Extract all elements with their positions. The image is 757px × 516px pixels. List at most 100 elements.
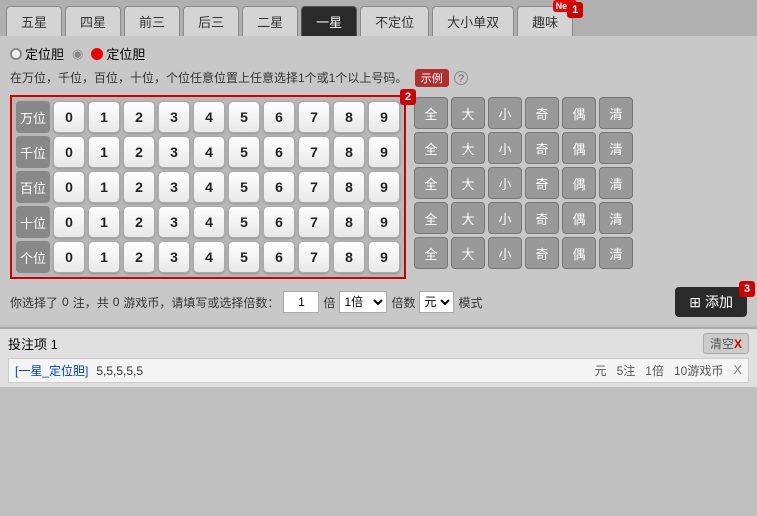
digit-btn-3-6[interactable]: 6 xyxy=(263,206,295,238)
qual-ou-1[interactable]: 偶 xyxy=(562,132,596,164)
digit-btn-4-1[interactable]: 1 xyxy=(88,241,120,273)
digit-btn-4-8[interactable]: 8 xyxy=(333,241,365,273)
digit-btn-0-5[interactable]: 5 xyxy=(228,101,260,133)
multiplier-input[interactable] xyxy=(283,291,319,313)
qual-qing-4[interactable]: 清 xyxy=(599,237,633,269)
digit-btn-2-9[interactable]: 9 xyxy=(368,171,400,203)
tab-wuxing[interactable]: 五星 xyxy=(6,6,62,36)
unit-select[interactable]: 元 角 分 xyxy=(419,291,454,313)
digit-btn-1-6[interactable]: 6 xyxy=(263,136,295,168)
qual-ou-2[interactable]: 偶 xyxy=(562,167,596,199)
tab-qiansan[interactable]: 前三 xyxy=(124,6,180,36)
digit-btn-3-0[interactable]: 0 xyxy=(53,206,85,238)
digit-btn-0-6[interactable]: 6 xyxy=(263,101,295,133)
invest-delete-button[interactable]: X xyxy=(733,362,742,379)
qual-xiao-4[interactable]: 小 xyxy=(488,237,522,269)
qual-qi-3[interactable]: 奇 xyxy=(525,202,559,234)
radio-option2[interactable]: 定位胆 xyxy=(91,44,145,63)
digit-btn-0-0[interactable]: 0 xyxy=(53,101,85,133)
radio-option1[interactable]: 定位胆 xyxy=(10,44,64,63)
digit-btn-0-2[interactable]: 2 xyxy=(123,101,155,133)
qual-da-3[interactable]: 大 xyxy=(451,202,485,234)
qual-ou-0[interactable]: 偶 xyxy=(562,97,596,129)
tab-yixing[interactable]: 一星 xyxy=(301,6,357,36)
tab-daxiaodanshuang[interactable]: 大小单双 xyxy=(432,6,514,36)
help-icon[interactable]: ? xyxy=(454,71,468,85)
digit-btn-2-5[interactable]: 5 xyxy=(228,171,260,203)
qual-quan-4[interactable]: 全 xyxy=(414,237,448,269)
tab-sixing[interactable]: 四星 xyxy=(65,6,121,36)
digit-btn-2-3[interactable]: 3 xyxy=(158,171,190,203)
digit-btn-1-7[interactable]: 7 xyxy=(298,136,330,168)
digit-btn-0-3[interactable]: 3 xyxy=(158,101,190,133)
digit-btn-1-3[interactable]: 3 xyxy=(158,136,190,168)
qual-quan-0[interactable]: 全 xyxy=(414,97,448,129)
digit-btn-4-6[interactable]: 6 xyxy=(263,241,295,273)
tab-housan[interactable]: 后三 xyxy=(183,6,239,36)
qual-da-0[interactable]: 大 xyxy=(451,97,485,129)
digit-btn-4-7[interactable]: 7 xyxy=(298,241,330,273)
digit-btn-1-2[interactable]: 2 xyxy=(123,136,155,168)
qual-qi-4[interactable]: 奇 xyxy=(525,237,559,269)
digit-btn-3-9[interactable]: 9 xyxy=(368,206,400,238)
qual-xiao-0[interactable]: 小 xyxy=(488,97,522,129)
digit-btn-0-7[interactable]: 7 xyxy=(298,101,330,133)
qual-quan-2[interactable]: 全 xyxy=(414,167,448,199)
qual-qing-0[interactable]: 清 xyxy=(599,97,633,129)
digit-btn-3-3[interactable]: 3 xyxy=(158,206,190,238)
qual-qing-3[interactable]: 清 xyxy=(599,202,633,234)
digit-btn-4-4[interactable]: 4 xyxy=(193,241,225,273)
digit-btn-2-1[interactable]: 1 xyxy=(88,171,120,203)
qual-qi-0[interactable]: 奇 xyxy=(525,97,559,129)
digit-btn-4-5[interactable]: 5 xyxy=(228,241,260,273)
clear-button[interactable]: 清空X xyxy=(703,333,749,354)
digit-btn-0-9[interactable]: 9 xyxy=(368,101,400,133)
example-button[interactable]: 示例 xyxy=(415,69,449,87)
multiplier-select[interactable]: 1倍 2倍 3倍 5倍 10倍 xyxy=(339,291,387,313)
qual-xiao-3[interactable]: 小 xyxy=(488,202,522,234)
tab-budingwei[interactable]: 不定位 xyxy=(360,6,429,36)
digit-btn-0-4[interactable]: 4 xyxy=(193,101,225,133)
digit-btn-0-1[interactable]: 1 xyxy=(88,101,120,133)
digit-btn-2-2[interactable]: 2 xyxy=(123,171,155,203)
qual-da-4[interactable]: 大 xyxy=(451,237,485,269)
qual-qi-2[interactable]: 奇 xyxy=(525,167,559,199)
digit-btn-3-8[interactable]: 8 xyxy=(333,206,365,238)
qual-ou-4[interactable]: 偶 xyxy=(562,237,596,269)
digit-btn-4-3[interactable]: 3 xyxy=(158,241,190,273)
digit-btn-1-0[interactable]: 0 xyxy=(53,136,85,168)
digit-btn-1-8[interactable]: 8 xyxy=(333,136,365,168)
qual-qing-2[interactable]: 清 xyxy=(599,167,633,199)
qual-xiao-2[interactable]: 小 xyxy=(488,167,522,199)
qual-ou-3[interactable]: 偶 xyxy=(562,202,596,234)
digit-btn-3-2[interactable]: 2 xyxy=(123,206,155,238)
digit-btn-2-8[interactable]: 8 xyxy=(333,171,365,203)
qual-quan-3[interactable]: 全 xyxy=(414,202,448,234)
digit-btn-1-4[interactable]: 4 xyxy=(193,136,225,168)
digit-btn-0-8[interactable]: 8 xyxy=(333,101,365,133)
digit-btn-1-1[interactable]: 1 xyxy=(88,136,120,168)
digit-btn-2-6[interactable]: 6 xyxy=(263,171,295,203)
digit-btn-2-7[interactable]: 7 xyxy=(298,171,330,203)
qual-xiao-1[interactable]: 小 xyxy=(488,132,522,164)
digit-btn-3-4[interactable]: 4 xyxy=(193,206,225,238)
digit-btn-4-0[interactable]: 0 xyxy=(53,241,85,273)
digit-btn-3-1[interactable]: 1 xyxy=(88,206,120,238)
digit-btn-2-4[interactable]: 4 xyxy=(193,171,225,203)
digit-btn-1-5[interactable]: 5 xyxy=(228,136,260,168)
tab-erxing[interactable]: 二星 xyxy=(242,6,298,36)
digit-btn-4-9[interactable]: 9 xyxy=(368,241,400,273)
qual-da-2[interactable]: 大 xyxy=(451,167,485,199)
digit-btn-1-9[interactable]: 9 xyxy=(368,136,400,168)
row-label-baiwei: 百位 xyxy=(16,171,50,203)
add-button[interactable]: ⊞ 添加 xyxy=(675,287,747,317)
digit-btn-4-2[interactable]: 2 xyxy=(123,241,155,273)
qual-qi-1[interactable]: 奇 xyxy=(525,132,559,164)
digit-btn-3-5[interactable]: 5 xyxy=(228,206,260,238)
row-label-shiwei: 十位 xyxy=(16,206,50,238)
qual-qing-1[interactable]: 清 xyxy=(599,132,633,164)
digit-btn-2-0[interactable]: 0 xyxy=(53,171,85,203)
qual-da-1[interactable]: 大 xyxy=(451,132,485,164)
digit-btn-3-7[interactable]: 7 xyxy=(298,206,330,238)
qual-quan-1[interactable]: 全 xyxy=(414,132,448,164)
